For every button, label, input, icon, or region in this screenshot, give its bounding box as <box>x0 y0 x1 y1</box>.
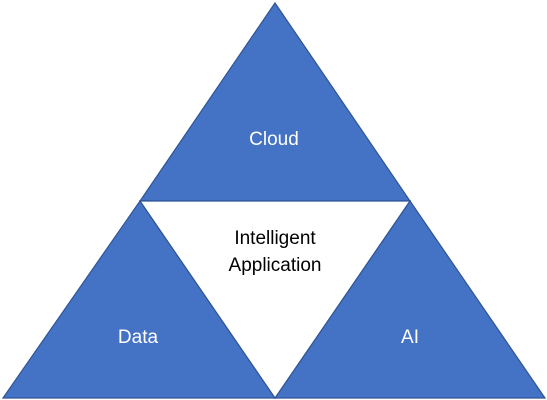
center-label-line2: Application <box>229 255 322 276</box>
data-label: Data <box>118 327 159 348</box>
triangle-diagram: Cloud Data AI Intelligent Application <box>1 1 547 400</box>
cloud-label: Cloud <box>249 129 299 150</box>
cloud-segment <box>138 1 412 202</box>
center-label-line1: Intelligent <box>234 228 316 249</box>
ai-label: AI <box>401 327 419 348</box>
